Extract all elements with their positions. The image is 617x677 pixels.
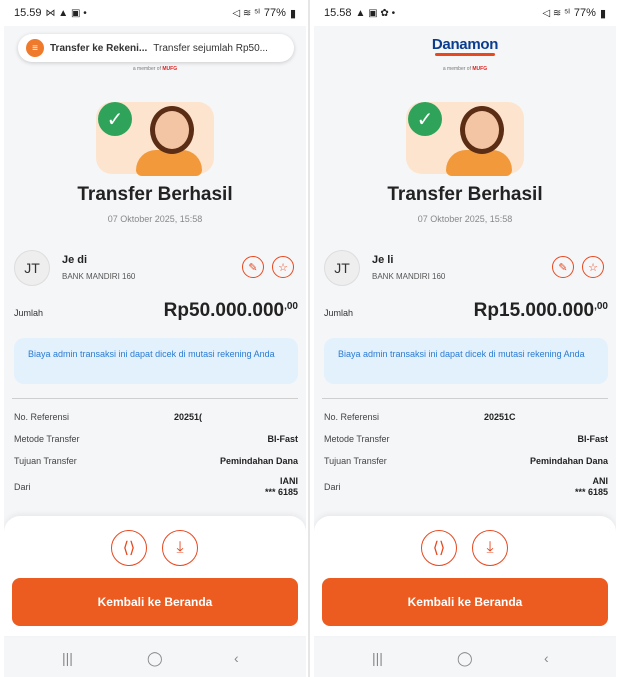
action-sheet: ⟨⟩ ⤓ Kembali ke Beranda xyxy=(4,516,306,636)
avatar: JT xyxy=(14,250,50,286)
notification-banner[interactable]: ≡ Transfer ke Rekeni... Transfer sejumla… xyxy=(18,34,294,62)
transaction-datetime: 07 Oktober 2025, 15:58 xyxy=(417,214,513,224)
status-time: 15.58 xyxy=(324,7,352,19)
check-icon: ✓ xyxy=(408,102,442,136)
recipient-bank: BANK MANDIRI 160 xyxy=(62,272,136,281)
detail-method: Metode Transfer BI-Fast xyxy=(14,434,298,444)
download-icon[interactable]: ⤓ xyxy=(162,530,198,566)
detail-method: Metode Transfer BI-Fast xyxy=(324,434,608,444)
detail-purpose: Tujuan Transfer Pemindahan Dana xyxy=(14,456,298,466)
back-icon[interactable]: ‹ xyxy=(544,650,549,666)
recipient-name: Je di xyxy=(62,254,88,266)
recent-apps-icon[interactable]: ||| xyxy=(372,650,383,666)
back-icon[interactable]: ‹ xyxy=(234,650,239,666)
status-left-icons: ▲ ▣ ✿ • xyxy=(355,7,396,19)
battery-level: 77% xyxy=(263,7,286,19)
notification-text: Transfer sejumlah Rp50... xyxy=(153,42,268,54)
status-time: 15.59 xyxy=(14,7,42,19)
avatar: JT xyxy=(324,250,360,286)
action-sheet: ⟨⟩ ⤓ Kembali ke Beranda xyxy=(314,516,616,636)
signal-icons: ◁ ≋ ⁵ᴵ xyxy=(232,7,260,19)
amount-label: Jumlah xyxy=(14,308,44,318)
transaction-datetime: 07 Oktober 2025, 15:58 xyxy=(107,214,203,224)
phone-screen-left: 15.59 ⋈ ▲ ▣ • ◁ ≋ ⁵ᴵ 77% ▮ ≡ Transfer ke Re… xyxy=(4,0,306,677)
divider xyxy=(12,398,298,399)
detail-source: Dari IANI *** 6185 xyxy=(14,476,298,497)
recipient-card: JT Je li BANK MANDIRI 160 ✎ ☆ xyxy=(322,248,608,290)
detail-reference: No. Referensi 20251( xyxy=(14,412,203,422)
amount-row: Jumlah Rp50.000.000,00 xyxy=(12,300,298,326)
amount-value: Rp15.000.000,00 xyxy=(473,300,608,321)
phone-screen-right: 15.58 ▲ ▣ ✿ • ◁ ≋ ⁵ᴵ 77% ▮ Danamon a member… xyxy=(314,0,616,677)
battery-icon: ▮ xyxy=(599,7,606,20)
share-icon[interactable]: ⟨⟩ xyxy=(421,530,457,566)
brand-tagline: a member of MUFG xyxy=(442,66,488,72)
amount-row: Jumlah Rp15.000.000,00 xyxy=(322,300,608,326)
admin-fee-info: Biaya admin transaksi ini dapat dicek di… xyxy=(14,338,298,384)
page-title: Transfer Berhasil xyxy=(387,184,543,205)
home-icon[interactable]: ◯ xyxy=(147,650,163,667)
bank-logo: Danamon xyxy=(314,36,616,56)
amount-value: Rp50.000.000,00 xyxy=(163,300,298,321)
back-to-home-button[interactable]: Kembali ke Beranda xyxy=(12,578,298,626)
check-icon: ✓ xyxy=(98,102,132,136)
star-icon[interactable]: ☆ xyxy=(272,256,294,278)
page-title: Transfer Berhasil xyxy=(77,184,233,205)
download-icon[interactable]: ⤓ xyxy=(472,530,508,566)
recipient-bank: BANK MANDIRI 160 xyxy=(372,272,446,281)
screen-divider xyxy=(308,0,310,677)
recent-apps-icon[interactable]: ||| xyxy=(62,650,73,666)
system-nav-bar: ||| ◯ ‹ xyxy=(314,642,616,677)
notification-title: Transfer ke Rekeni... xyxy=(50,42,148,54)
amount-label: Jumlah xyxy=(324,308,354,318)
favorite-icon[interactable]: ✎ xyxy=(552,256,574,278)
detail-reference: No. Referensi 20251C xyxy=(324,412,516,422)
status-left-icons: ⋈ ▲ ▣ • xyxy=(45,7,87,19)
bank-app-icon: ≡ xyxy=(26,39,44,57)
favorite-icon[interactable]: ✎ xyxy=(242,256,264,278)
success-illustration: ✓ xyxy=(406,96,524,178)
recipient-card: JT Je di BANK MANDIRI 160 ✎ ☆ xyxy=(12,248,298,290)
back-to-home-button[interactable]: Kembali ke Beranda xyxy=(322,578,608,626)
system-nav-bar: ||| ◯ ‹ xyxy=(4,642,306,677)
status-bar: 15.59 ⋈ ▲ ▣ • ◁ ≋ ⁵ᴵ 77% ▮ xyxy=(4,0,306,26)
detail-purpose: Tujuan Transfer Pemindahan Dana xyxy=(324,456,608,466)
star-icon[interactable]: ☆ xyxy=(582,256,604,278)
share-icon[interactable]: ⟨⟩ xyxy=(111,530,147,566)
recipient-name: Je li xyxy=(372,254,394,266)
home-icon[interactable]: ◯ xyxy=(457,650,473,667)
detail-source: Dari ANI *** 6185 xyxy=(324,476,608,497)
battery-icon: ▮ xyxy=(289,7,296,20)
divider xyxy=(322,398,608,399)
battery-level: 77% xyxy=(573,7,596,19)
admin-fee-info: Biaya admin transaksi ini dapat dicek di… xyxy=(324,338,608,384)
success-illustration: ✓ xyxy=(96,96,214,178)
brand-tagline: a member of MUFG xyxy=(132,66,178,72)
status-bar: 15.58 ▲ ▣ ✿ • ◁ ≋ ⁵ᴵ 77% ▮ xyxy=(314,0,616,26)
signal-icons: ◁ ≋ ⁵ᴵ xyxy=(542,7,570,19)
